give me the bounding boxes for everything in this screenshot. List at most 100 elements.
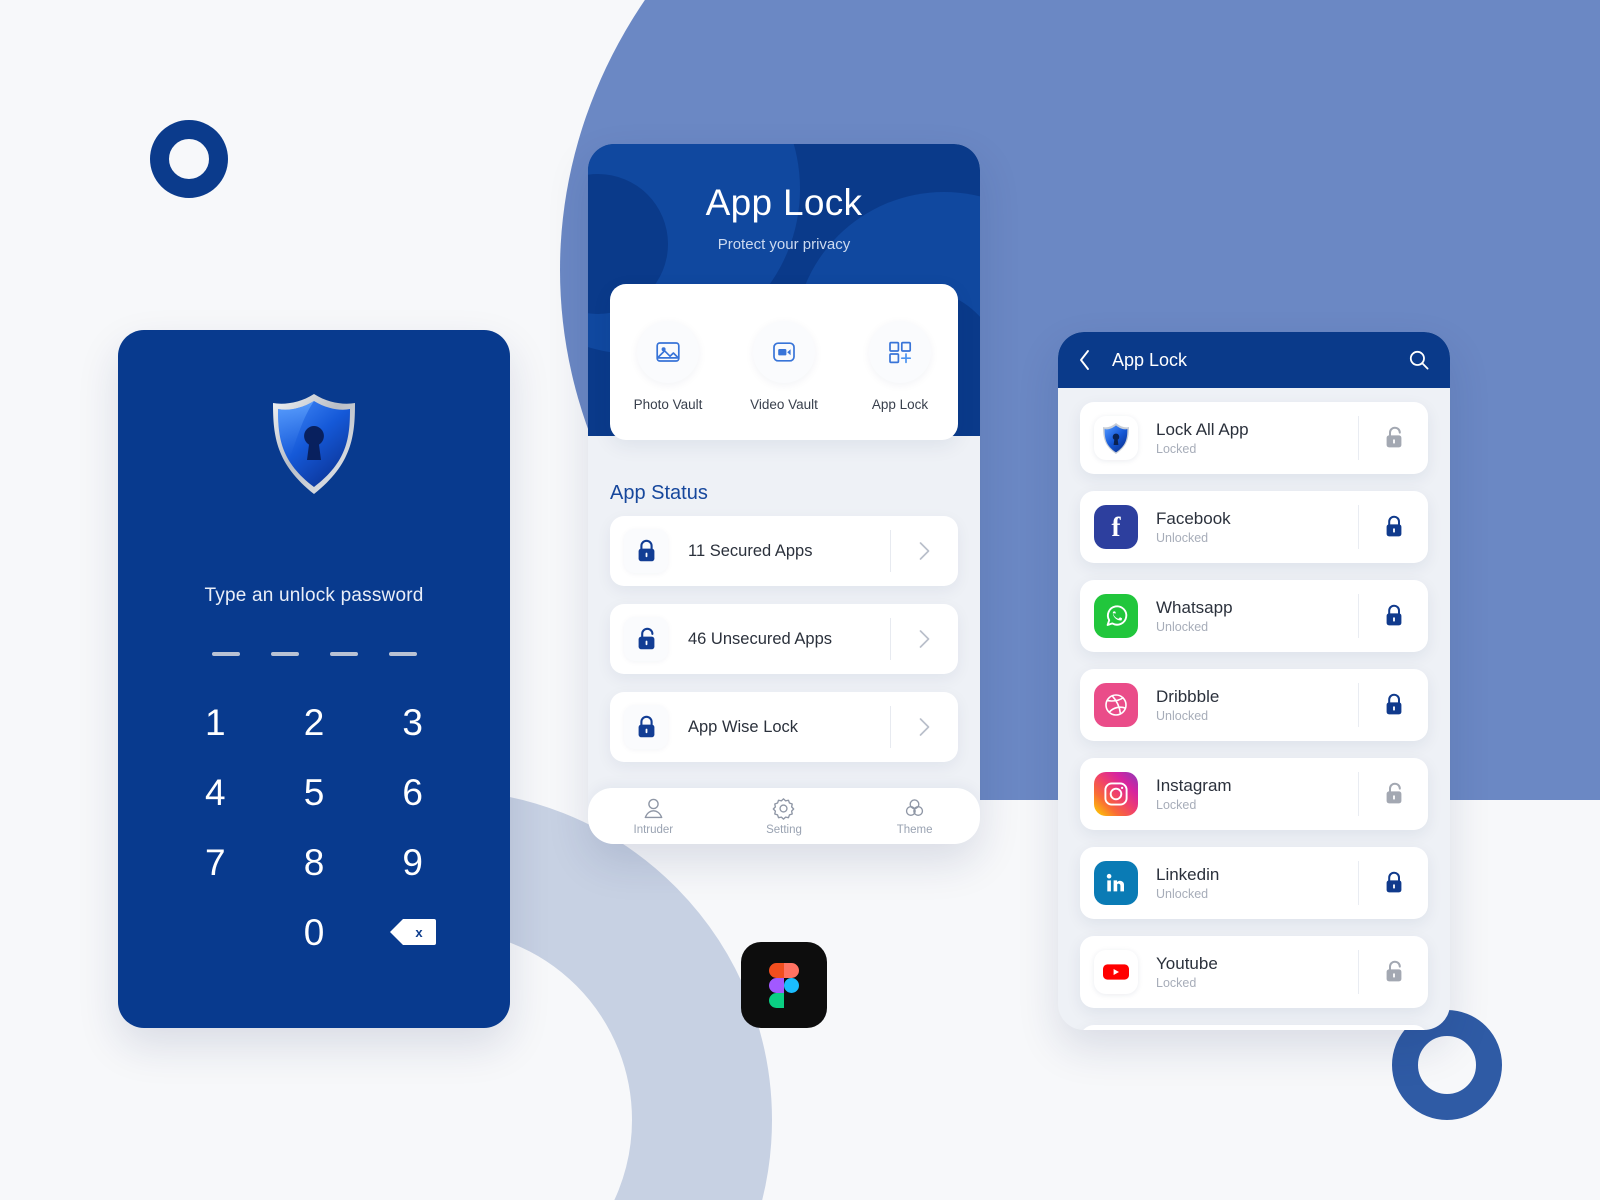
app-state: Locked [1156,798,1197,813]
app-meta: Dribbble Unlocked [1156,687,1358,723]
shield-logo-wrap [118,392,510,496]
vault-label: Photo Vault [633,396,703,412]
vault-photo[interactable]: Photo Vault [618,320,718,412]
figma-logo-badge [741,942,827,1028]
chevron-right-icon[interactable] [890,618,958,660]
pin-slot [270,652,299,656]
app-row[interactable]: Linkedin Unlocked [1080,847,1428,919]
status-row-unsecured[interactable]: 46 Unsecured Apps [610,604,958,674]
backspace-icon: x [389,919,436,945]
app-title: App Lock [705,182,863,223]
canvas: Type an unlock password 1 2 3 4 5 6 7 8 … [0,0,1600,1200]
key-4[interactable]: 4 [166,770,265,814]
lock-closed-icon[interactable] [1358,594,1428,638]
app-meta: Instagram Locked [1156,776,1358,812]
app-state: Locked [1156,976,1197,991]
app-row[interactable]: Lock All App Locked [1080,402,1428,474]
app-row[interactable]: Whatsapp Unlocked [1080,580,1428,652]
status-row-appwise[interactable]: App Wise Lock [610,692,958,762]
search-icon[interactable] [1408,349,1430,371]
app-name: Linkedin [1156,864,1220,884]
app-row[interactable]: Dribbble Unlocked [1080,669,1428,741]
app-row[interactable]: Instagram Locked [1080,758,1428,830]
app-state: Locked [1156,442,1197,457]
app-name: Youtube [1156,953,1218,973]
key-7[interactable]: 7 [166,840,265,884]
app-meta: Whatsapp Unlocked [1156,598,1358,634]
app-meta: Linkedin Unlocked [1156,865,1358,901]
vault-label: Video Vault [750,396,818,412]
app-list: Lock All App Locked f Facebook Unlocked … [1058,388,1450,1030]
three-circles-icon [903,797,926,820]
svg-text:f: f [1112,512,1122,542]
status-label: 11 Secured Apps [688,541,813,560]
lock-open-icon[interactable] [1358,416,1428,460]
page-title: App Lock [1112,349,1188,370]
pin-slot [211,652,240,656]
nav-item-setting[interactable]: Setting [742,797,826,836]
nav-label: Intruder [633,823,674,836]
video-camera-icon [753,320,815,383]
app-name: Facebook [1156,508,1231,528]
lock-open-icon [624,617,668,661]
key-1[interactable]: 1 [166,700,265,744]
app-row[interactable]: Youtube Locked [1080,936,1428,1008]
app-list-phone: App Lock Lock All App Locked f Facebook … [1058,332,1450,1030]
app-name: Instagram [1156,775,1232,795]
nav-label: Theme [896,823,933,836]
app-state: Unlocked [1156,709,1209,724]
instagram-icon [1094,772,1138,816]
chevron-right-icon[interactable] [890,706,958,748]
vault-video[interactable]: Video Vault [734,320,834,412]
vault-applock[interactable]: App Lock [850,320,950,412]
nav-item-intruder[interactable]: Intruder [611,797,695,836]
shield-icon [1094,416,1138,460]
person-icon [642,797,665,820]
pin-slot [329,652,358,656]
vault-label: App Lock [871,396,929,412]
app-subtitle: Protect your privacy [717,236,851,253]
lock-closed-icon[interactable] [1358,683,1428,727]
decorative-navy-ring [150,120,228,198]
chevron-right-icon[interactable] [890,530,958,572]
app-status-heading: App Status [610,482,708,504]
app-meta: Youtube Locked [1156,954,1358,990]
lock-closed-icon[interactable] [1358,861,1428,905]
key-0[interactable]: 0 [265,910,364,954]
app-status-list: 11 Secured Apps 46 Unsecured Apps App Wi… [610,516,958,780]
pin-slot [388,652,417,656]
key-backspace[interactable]: x [363,910,462,954]
app-state: Unlocked [1156,531,1209,546]
figma-logo-icon [769,962,799,1008]
app-state: Unlocked [1156,887,1209,902]
lock-open-icon[interactable] [1358,772,1428,816]
nav-item-theme[interactable]: Theme [873,797,957,836]
key-3[interactable]: 3 [363,700,462,744]
app-name: Dribbble [1156,686,1220,706]
key-6[interactable]: 6 [363,770,462,814]
nav-label: Setting [766,823,802,836]
gear-icon [772,797,795,820]
lock-open-icon[interactable] [1358,950,1428,994]
chevron-left-icon[interactable] [1078,349,1100,371]
key-8[interactable]: 8 [265,840,364,884]
app-meta: Facebook Unlocked [1156,509,1358,545]
svg-text:x: x [415,925,423,940]
key-2[interactable]: 2 [265,700,364,744]
lock-closed-icon[interactable] [1358,505,1428,549]
app-row[interactable]: f Facebook Unlocked [1080,491,1428,563]
youtube-icon [1094,950,1138,994]
shield-keyhole-icon [268,392,360,496]
lock-screen-phone: Type an unlock password 1 2 3 4 5 6 7 8 … [118,330,510,1028]
photo-icon [637,320,699,383]
lock-closed-icon [624,705,668,749]
vault-shortcut-card: Photo Vault Video Vault App Lock [610,284,958,440]
app-row[interactable]: Twitter Unlocked [1080,1025,1428,1030]
status-row-secured[interactable]: 11 Secured Apps [610,516,958,586]
lock-closed-icon [624,529,668,573]
status-label: 46 Unsecured Apps [688,629,833,648]
pin-slots [118,652,510,656]
unlock-hint-text: Type an unlock password [204,585,424,606]
key-9[interactable]: 9 [363,840,462,884]
key-5[interactable]: 5 [265,770,364,814]
